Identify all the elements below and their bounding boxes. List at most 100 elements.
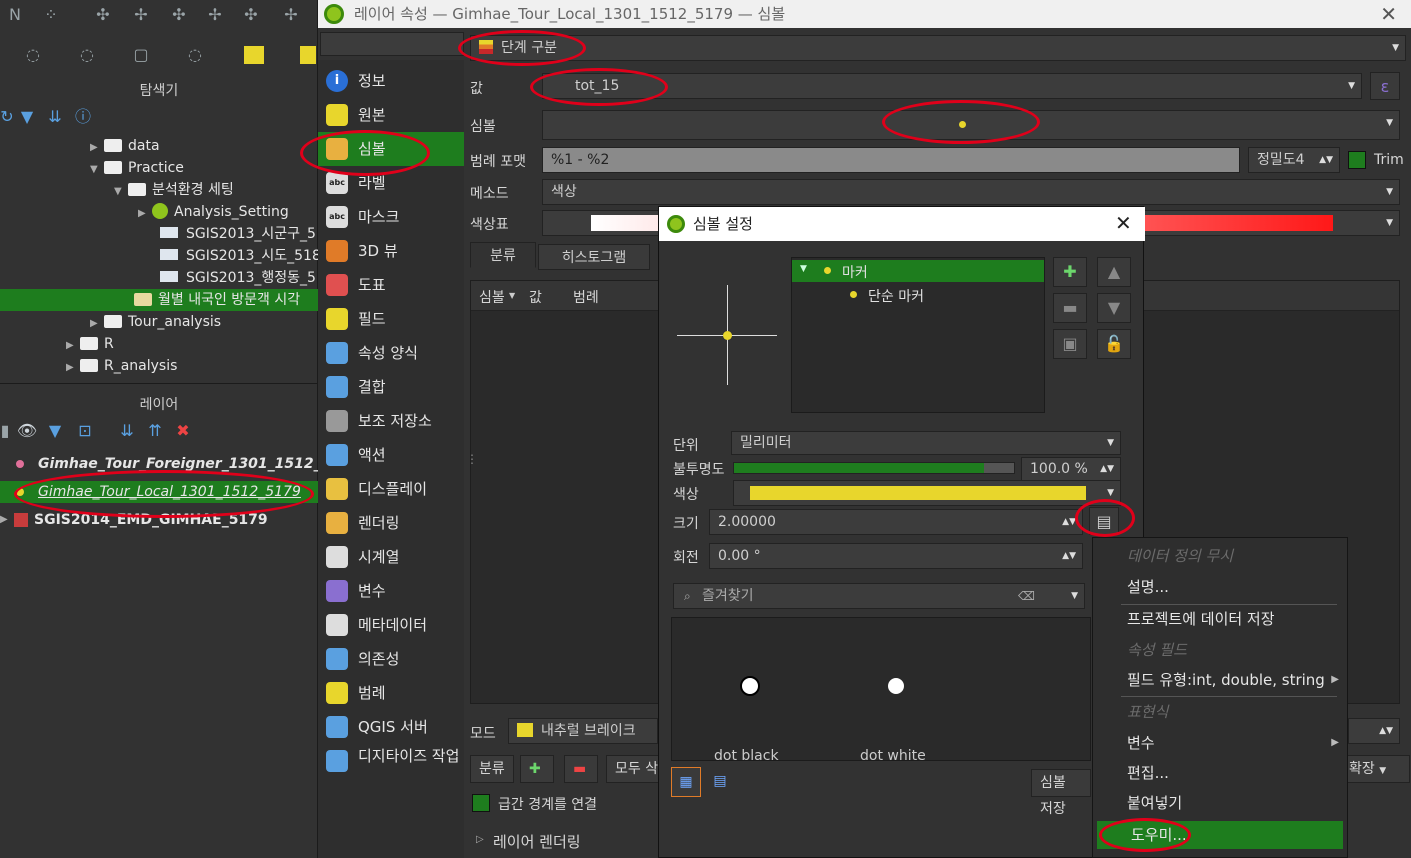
nav-item-metadata[interactable]: 메타데이터 <box>318 608 464 642</box>
identify-icon[interactable]: ◌ <box>76 44 98 66</box>
expand-arrow-icon[interactable]: ▶ <box>66 335 80 357</box>
nav-item-rendering[interactable]: 렌더링 <box>318 506 464 540</box>
tree-item-sgis-sido[interactable]: SGIS2013_시도_518 <box>160 245 321 267</box>
symbol-button[interactable]: ▼ <box>542 110 1400 140</box>
collapse-arrow-icon[interactable]: ▼ <box>800 264 807 274</box>
layer-local[interactable]: Gimhae_Tour_Local_1301_1512_5179 <box>0 481 318 503</box>
expand-arrow-icon[interactable]: ▷ <box>476 834 484 845</box>
symbol-dot-white[interactable] <box>886 676 906 696</box>
expand-arrow-icon[interactable]: ▶ <box>0 509 8 531</box>
add-layer-icon[interactable]: ✚ <box>1053 257 1087 287</box>
duplicate-layer-icon[interactable]: ▣ <box>1053 329 1087 359</box>
trim-checkbox[interactable] <box>1348 151 1366 169</box>
filter-legend-icon[interactable]: ▼ <box>44 420 66 442</box>
link-boundaries-checkbox[interactable] <box>472 794 490 812</box>
opacity-slider[interactable] <box>733 462 1015 474</box>
nav-item-mask[interactable]: abc 마스크 <box>318 200 464 234</box>
symbol-layer-marker[interactable]: ▼ 마커 <box>792 260 1044 282</box>
help-icon[interactable]: ⓘ <box>72 106 94 128</box>
nav-item-info[interactable]: i 정보 <box>318 64 464 98</box>
measure-icon[interactable]: ▢ <box>130 44 152 66</box>
nav-item-attributes-form[interactable]: 속성 양식 <box>318 336 464 370</box>
vertex-tool-icon[interactable]: ⁘ <box>40 4 62 26</box>
open-styling-icon[interactable]: ▮ <box>0 420 16 442</box>
nav-item-temporal[interactable]: 시계열 <box>318 540 464 574</box>
nav-search-input[interactable] <box>320 32 464 56</box>
remove-layer-icon[interactable]: ✖ <box>172 420 194 442</box>
menu-item-description[interactable]: 설명... <box>1093 573 1349 601</box>
select-radius-icon[interactable]: ◌ <box>22 44 44 66</box>
column-value[interactable]: 값 <box>529 287 542 307</box>
split-icon[interactable]: ✣ <box>168 4 190 26</box>
tree-item-analysis-setting[interactable]: ▶ Analysis_Setting <box>138 201 289 223</box>
add-class-icon[interactable]: ✚ <box>520 755 554 783</box>
expression-button[interactable]: ε <box>1370 72 1400 100</box>
tree-item-monthly-visitors[interactable]: 월별 내국인 방문객 시각 <box>0 289 318 311</box>
nav-item-actions[interactable]: 액션 <box>318 438 464 472</box>
menu-item-paste[interactable]: 붙여넣기 <box>1093 789 1349 817</box>
collapse-all-layers-icon[interactable]: ⇈ <box>144 420 166 442</box>
tree-item-sgis-dong[interactable]: SGIS2013_행정동_5 <box>160 267 316 289</box>
nav-item-auxiliary-storage[interactable]: 보조 저장소 <box>318 404 464 438</box>
menu-item-store-in-project[interactable]: 프로젝트에 데이터 저장 <box>1093 605 1349 633</box>
nav-item-symbology[interactable]: 심볼 <box>318 132 464 166</box>
splitter-handle-icon[interactable]: ⋮ <box>466 452 478 466</box>
merge-icon[interactable]: ✢ <box>130 4 152 26</box>
tree-item-r-analysis[interactable]: ▶ R_analysis <box>66 355 177 377</box>
column-symbol[interactable]: 심볼 <box>479 287 505 307</box>
tree-item-r[interactable]: ▶ R <box>66 333 114 355</box>
menu-item-variables[interactable]: 변수 ▶ <box>1093 729 1349 757</box>
menu-item-assistant[interactable]: 도우미... <box>1097 821 1343 849</box>
filter-icon[interactable]: ▼ <box>16 106 38 128</box>
legend-format-input[interactable]: %1 - %2 <box>542 147 1240 173</box>
nav-item-labels[interactable]: abc 라벨 <box>318 166 464 200</box>
filter-expression-icon[interactable]: ⊡ <box>74 420 96 442</box>
nav-item-dependencies[interactable]: 의존성 <box>318 642 464 676</box>
close-icon[interactable]: ✕ <box>1115 211 1132 235</box>
advanced-button[interactable]: 확장 ▼ <box>1340 755 1410 783</box>
layer-emd[interactable]: ▶ SGIS2014_EMD_GIMHAE_5179 <box>0 509 318 531</box>
move-down-icon[interactable]: ▼ <box>1097 293 1131 323</box>
toolbar-n-icon[interactable]: N <box>4 4 26 26</box>
expand-arrow-icon[interactable]: ▶ <box>138 203 152 225</box>
nav-item-source[interactable]: 원본 <box>318 98 464 132</box>
reshape-icon[interactable]: ✢ <box>204 4 226 26</box>
tab-histogram[interactable]: 히스토그램 <box>538 244 650 270</box>
offset-icon[interactable]: ✣ <box>240 4 262 26</box>
layer-rendering-section[interactable]: 레이어 렌더링 <box>493 831 581 852</box>
size-spinbox[interactable]: 2.00000 ▲▼ <box>709 509 1083 535</box>
tree-item-sgis-sigungu[interactable]: SGIS2013_시군구_5 <box>160 223 316 245</box>
nav-item-digitizing[interactable]: 디지타이즈 작업 <box>318 744 464 788</box>
nav-item-variables[interactable]: 변수 <box>318 574 464 608</box>
menu-item-edit[interactable]: 편집... <box>1093 759 1349 787</box>
expand-arrow-icon[interactable]: ▶ <box>90 313 104 335</box>
precision-spinbox[interactable]: 정밀도4 ▲▼ <box>1248 147 1340 173</box>
nav-item-3d-view[interactable]: 3D 뷰 <box>318 234 464 268</box>
opacity-spinbox[interactable]: 100.0 % ▲▼ <box>1021 457 1121 481</box>
renderer-select[interactable]: 단계 구분 ▼ <box>470 35 1406 61</box>
classify-button[interactable]: 분류 <box>470 755 514 783</box>
node-edit-icon[interactable]: ✣ <box>92 4 114 26</box>
select-features-icon[interactable] <box>244 46 264 64</box>
save-symbol-button[interactable]: 심볼 저장 <box>1031 769 1091 817</box>
eye-icon[interactable]: 👁 <box>16 420 38 442</box>
unit-select[interactable]: 밀리미터 ▼ <box>731 431 1121 455</box>
icon-view-icon[interactable]: ▦ <box>671 767 701 797</box>
classes-spinbox[interactable]: ▲▼ <box>1348 718 1400 744</box>
tree-item-tour-analysis[interactable]: ▶ Tour_analysis <box>90 311 221 333</box>
expand-arrow-icon[interactable]: ▶ <box>66 357 80 379</box>
method-select[interactable]: 색상 ▼ <box>542 179 1400 205</box>
collapse-arrow-icon[interactable]: ▼ <box>114 181 128 203</box>
close-icon[interactable]: ✕ <box>1380 2 1397 26</box>
data-defined-override-button[interactable]: ▤ <box>1089 507 1119 535</box>
layer-foreigner[interactable]: Gimhae_Tour_Foreigner_1301_1512_517 <box>0 453 350 475</box>
nav-item-qgis-server[interactable]: QGIS 서버 <box>318 710 464 744</box>
rotate-icon[interactable]: ✢ <box>280 4 302 26</box>
nav-item-fields[interactable]: 필드 <box>318 302 464 336</box>
nav-item-joins[interactable]: 결합 <box>318 370 464 404</box>
remove-class-icon[interactable]: ▬ <box>564 755 598 783</box>
nav-item-display[interactable]: 디스플레이 <box>318 472 464 506</box>
lock-icon[interactable]: 🔓 <box>1097 329 1131 359</box>
tree-item-practice[interactable]: ▼ Practice <box>90 157 184 179</box>
color-button[interactable]: ▼ <box>733 480 1121 506</box>
